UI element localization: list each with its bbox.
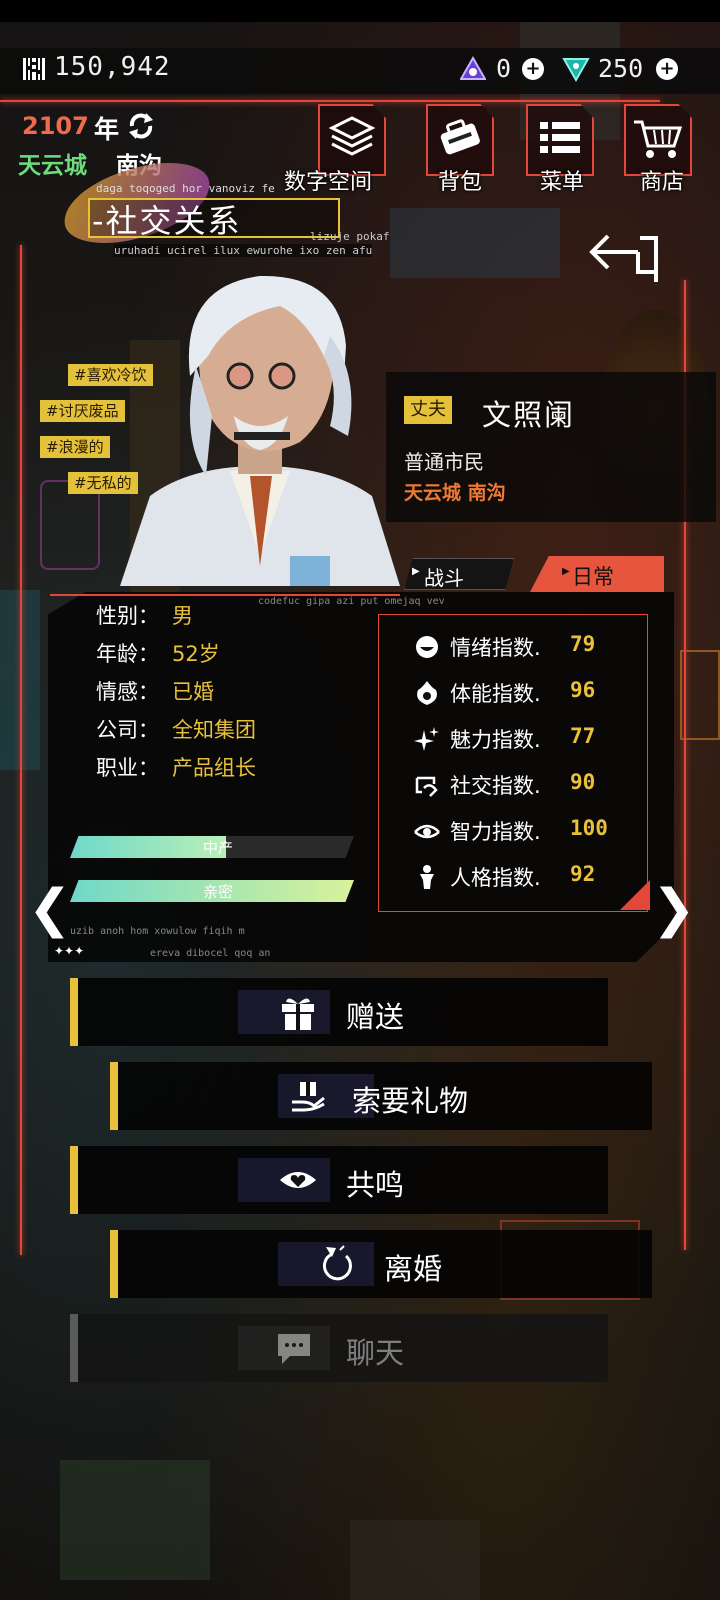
ring-break-icon [318,1244,358,1284]
info-value-age: 52岁 [172,642,220,666]
info-value-relationship: 已婚 [172,680,214,704]
next-character-button[interactable]: ❯ [652,874,696,944]
stat-value-mood: 79 [570,632,596,656]
panel-watermark: codefuc gipa azi put omejaq vev [258,596,445,607]
nav-label-menu: 菜单 [540,170,585,195]
stat-value-fitness: 96 [570,678,596,702]
info-label-company: 公司： [96,718,159,742]
star-decoration: ✦✦✦ [54,944,85,958]
chat-bubble-icon [274,1328,314,1368]
stat-label-social: 社交指数. [450,774,541,798]
nav-label-backpack: 背包 [438,170,483,195]
character-class: 普通市民 [404,450,484,474]
page-title: -社交关系 [92,202,242,240]
sparkle-icon [414,726,440,752]
gift-button[interactable] [70,978,608,1046]
stat-value-intellect: 100 [570,816,608,840]
tab-combat-label: 战斗 [424,566,464,590]
status-bar [0,0,720,22]
money-amount: 150,942 [54,52,171,82]
tri-gem-icon [459,55,487,82]
panel-footer-caption: ereva dibocel qoq an [150,948,271,959]
stat-value-personality: 92 [570,862,596,886]
divorce-button-label: 离婚 [384,1252,443,1286]
title-caption: daga toqoged hor vanoviz fe [96,182,275,195]
wealth-bar-label: 中产 [202,839,233,857]
nav-label-digital-space: 数字空间 [284,170,373,195]
menu-icon [532,112,588,164]
tab-arrow-icon: ▶ [562,566,570,577]
frame-line-top [0,100,660,102]
barcode-coin-icon [22,56,46,82]
info-value-gender: 男 [172,604,193,628]
hand-gift-icon [288,1076,328,1116]
backpack-icon [432,112,488,164]
year-value: 2107 [22,112,89,140]
social-icon [414,772,440,798]
ask-gift-button-label: 索要礼物 [352,1084,469,1118]
chat-button[interactable]: 聊天 [70,1314,608,1382]
bg-sign-bath [390,208,560,278]
info-label-relationship: 情感： [96,680,159,704]
resonate-button[interactable] [70,1146,608,1214]
stat-label-intellect: 智力指数. [450,820,541,844]
stat-label-personality: 人格指数. [450,866,541,890]
fitness-icon [414,680,440,706]
trait-tag: #浪漫的 [40,436,110,458]
stat-value-social: 90 [570,770,596,794]
tab-arrow-icon: ▶ [412,566,420,577]
person-icon [414,864,440,890]
stat-label-mood: 情绪指数. [450,636,541,660]
cart-icon [630,112,686,164]
info-label-age: 年龄： [96,642,159,666]
gift-icon [278,992,318,1032]
character-name: 文照阑 [482,398,576,432]
panel-footer-caption: uzib anoh hom xowulow fiqih m [70,926,245,937]
chat-button-label: 聊天 [346,1336,405,1370]
info-value-job: 产品组长 [172,756,256,780]
divorce-button[interactable] [110,1230,652,1298]
city-name: 天云城 [18,153,87,179]
info-value-company: 全知集团 [172,718,256,742]
bg-sign-right [680,650,720,740]
intimacy-bar-label: 亲密 [202,883,233,901]
resonate-button-label: 共鸣 [346,1168,405,1202]
relationship-badge: 丈夫 [404,396,452,424]
title-subcaption-a: lizuje pokaf [310,230,390,243]
nav-label-shop: 商店 [640,170,685,195]
add-gem-a-button[interactable]: + [522,58,544,80]
info-label-gender: 性别： [96,604,159,628]
year-suffix: 年 [94,115,120,144]
stat-label-fitness: 体能指数. [450,682,541,706]
add-gem-b-button[interactable]: + [656,58,678,80]
mood-icon [414,634,440,660]
back-button[interactable] [586,228,662,286]
title-subcaption-b: uruhadi ucirel ilux ewurohe ixo zen afu [114,244,373,257]
bg-graffiti-noise [350,1520,480,1600]
back-arrow-icon [589,234,658,282]
frame-line-left [20,245,22,1255]
character-location: 天云城 南沟 [404,482,506,504]
gem-b-amount: 250 [598,54,644,83]
digital-space-icon [324,112,380,164]
heart-eye-icon [278,1160,318,1200]
tab-daily-label: 日常 [572,565,614,589]
game-screen: 150,942 0 + 250 + 2107 年 天云城 南沟 数字空间 背包 … [0,0,720,1600]
cycle-icon [126,112,156,140]
stat-value-charm: 77 [570,724,596,748]
stat-label-charm: 魅力指数. [450,728,541,752]
gift-button-label: 赠送 [346,1000,405,1034]
gem-a-amount: 0 [496,54,512,83]
eye-icon [414,818,440,844]
v-gem-icon [562,56,590,83]
previous-character-button[interactable]: ❮ [28,874,72,944]
info-label-job: 职业： [96,756,159,780]
character-portrait [110,266,410,586]
bg-graffiti-make [60,1460,210,1580]
